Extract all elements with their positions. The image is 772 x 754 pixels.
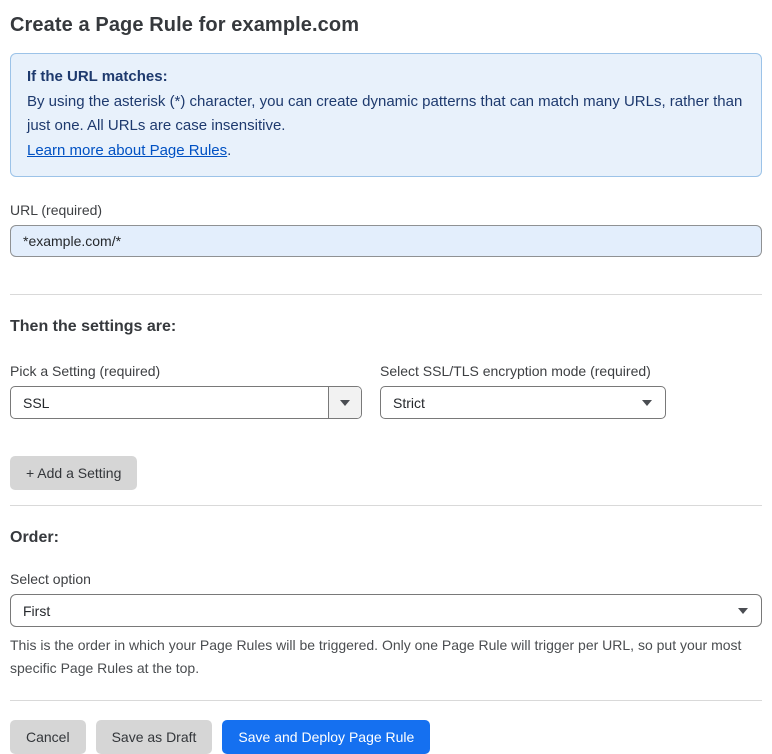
order-section-heading: Order: [10, 529, 59, 546]
setting-picker-label: Pick a Setting (required) [10, 363, 161, 379]
order-select[interactable]: First [10, 594, 762, 627]
divider [10, 700, 762, 701]
settings-row: Pick a Setting (required) SSL Select SSL… [10, 363, 762, 419]
save-and-deploy-button[interactable]: Save and Deploy Page Rule [222, 720, 431, 754]
info-box-body: By using the asterisk (*) character, you… [27, 93, 743, 134]
ssl-mode-arrow [629, 387, 665, 418]
url-input[interactable] [10, 225, 762, 257]
url-match-info-box: If the URL matches: By using the asteris… [10, 53, 762, 177]
add-setting-button[interactable]: + Add a Setting [10, 456, 138, 490]
order-help-text: This is the order in which your Page Rul… [10, 637, 742, 676]
learn-more-link[interactable]: Learn more about Page Rules [27, 142, 227, 159]
ssl-mode-value: Strict [393, 394, 425, 411]
order-select-value: First [23, 602, 51, 619]
settings-section-heading: Then the settings are: [10, 318, 177, 335]
save-as-draft-button[interactable]: Save as Draft [95, 720, 213, 754]
setting-picker-column: Pick a Setting (required) SSL [10, 363, 362, 419]
order-select-label: Select option [10, 571, 91, 587]
setting-picker-value: SSL [23, 394, 50, 411]
info-box-link-line: Learn more about Page Rules. [27, 139, 745, 163]
divider [10, 505, 762, 506]
chevron-down-icon [642, 399, 652, 406]
setting-picker-select[interactable]: SSL [10, 386, 362, 419]
ssl-mode-select[interactable]: Strict [380, 386, 666, 419]
chevron-down-icon [738, 607, 748, 614]
link-suffix: . [227, 142, 232, 159]
footer-button-row: Cancel Save as Draft Save and Deploy Pag… [10, 720, 762, 754]
divider [10, 294, 762, 295]
url-field-label: URL (required) [10, 202, 103, 218]
ssl-mode-label: Select SSL/TLS encryption mode (required… [380, 363, 651, 379]
ssl-mode-column: Select SSL/TLS encryption mode (required… [380, 363, 666, 419]
cancel-button[interactable]: Cancel [10, 720, 86, 754]
setting-picker-arrow-segment[interactable] [328, 387, 361, 418]
create-page-rule-form: Create a Page Rule for example.com If th… [0, 0, 772, 754]
page-title: Create a Page Rule for example.com [10, 14, 360, 36]
info-box-heading: If the URL matches: [27, 68, 168, 85]
order-select-arrow [725, 595, 761, 626]
chevron-down-icon [340, 399, 350, 406]
